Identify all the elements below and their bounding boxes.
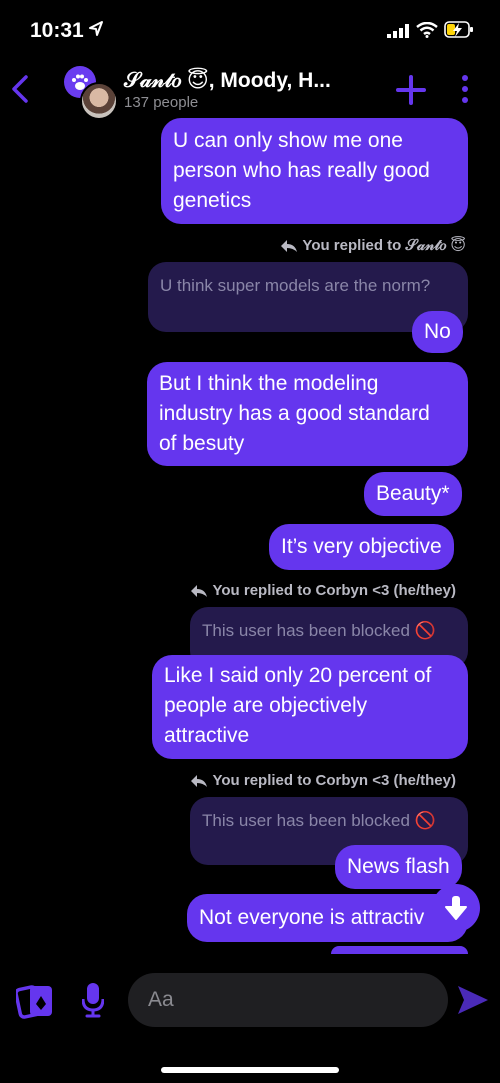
reply-arrow-icon [281, 240, 298, 252]
message-line: Like I said only 20 percent of [164, 664, 432, 687]
reply-arrow-icon [191, 585, 208, 597]
message-line: genetics [173, 189, 252, 212]
message-line: industry has a good standard [159, 402, 430, 425]
send-icon[interactable] [456, 984, 490, 1016]
wifi-icon [416, 22, 438, 38]
message-bubble[interactable]: No [412, 311, 463, 353]
message-bubble[interactable]: U can only show me one person who has re… [161, 118, 468, 224]
message-bubble[interactable]: Beauty* [364, 472, 462, 516]
message-input[interactable]: Aa [128, 973, 448, 1027]
location-arrow-icon [89, 21, 103, 36]
home-indicator [161, 1067, 339, 1073]
scroll-down-icon [445, 896, 467, 920]
message-line: attractive [164, 724, 250, 747]
message-line: U can only show me one [173, 129, 403, 152]
more-dots-icon[interactable] [458, 74, 472, 104]
message-composer: Aa [0, 966, 500, 1036]
back-chevron-icon[interactable] [10, 74, 30, 104]
message-line: of besuty [159, 432, 245, 455]
message-bubble[interactable]: News flash [335, 845, 462, 889]
status-bar: 10:31 [0, 0, 500, 60]
scroll-down-button[interactable] [432, 884, 480, 932]
message-bubble[interactable]: Like I said only 20 percent of people ar… [152, 655, 468, 759]
message-bubble[interactable]: Not everyone is attractiv [187, 894, 468, 942]
message-bubble-partial[interactable] [331, 946, 468, 954]
reply-arrow-icon [191, 775, 208, 787]
signal-icon [387, 24, 409, 38]
message-bubble[interactable]: But I think the modeling industry has a … [147, 362, 468, 466]
message-line: people are objectively [164, 694, 368, 717]
plus-icon[interactable] [394, 73, 428, 107]
member-count: 137 people [124, 94, 199, 111]
reply-label: You replied to Corbyn <3 (he/they) [190, 772, 456, 789]
group-avatar[interactable] [64, 66, 118, 120]
message-line: But I think the modeling [159, 372, 379, 395]
reply-label: You replied to 𝒮𝒶𝓃𝓉𝑜 😇 [280, 236, 466, 254]
reply-label: You replied to Corbyn <3 (he/they) [190, 582, 456, 599]
message-bubble[interactable]: It’s very objective [269, 524, 454, 570]
microphone-icon[interactable] [82, 982, 104, 1018]
message-line: person who has really good [173, 159, 430, 182]
status-time: 10:31 [30, 19, 84, 42]
group-avatar-secondary [80, 82, 118, 120]
chat-header: 𝒮𝒶𝓃𝓉𝑜 😇, Moody, H... 137 people [0, 60, 500, 120]
chat-title[interactable]: 𝒮𝒶𝓃𝓉𝑜 😇, Moody, H... [124, 68, 331, 93]
battery-charging-icon [444, 21, 473, 38]
cards-icon[interactable] [16, 982, 56, 1020]
